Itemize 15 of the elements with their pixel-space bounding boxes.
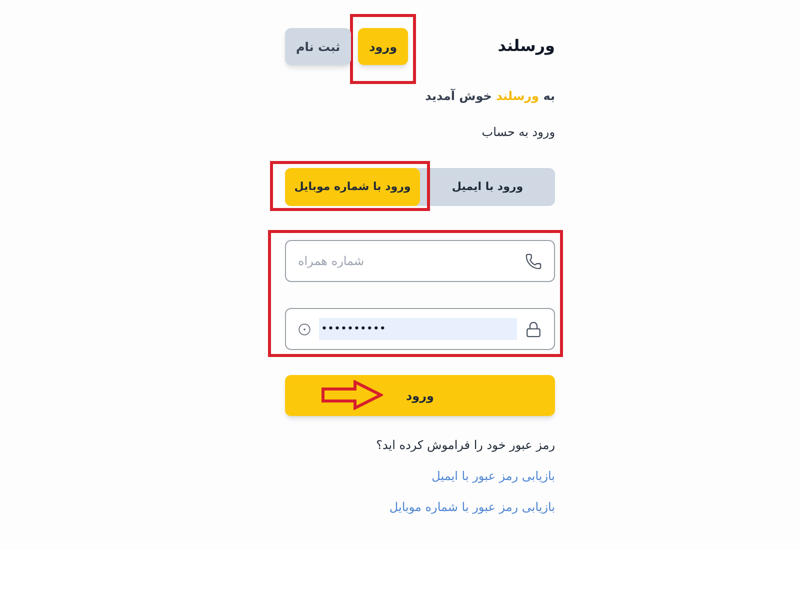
forgot-password-question: رمز عبور خود را فراموش کرده اید؟: [375, 437, 555, 454]
recovery-link[interactable]: بازیابی رمز عبور با ایمیل: [432, 467, 555, 485]
welcome-text: به ورسلند خوش آمدید: [424, 88, 555, 105]
lock-icon: [525, 320, 542, 338]
phone-icon: [525, 252, 542, 270]
site-title: ورسلند: [498, 35, 555, 57]
method-tab[interactable]: ورود با شماره موبایل: [285, 168, 420, 206]
auth-tab[interactable]: ورود: [358, 28, 408, 65]
method-tab[interactable]: ورود با ایمیل: [420, 168, 555, 206]
circle-dot-icon[interactable]: [298, 322, 311, 336]
login-subtitle: ورود به حساب: [480, 124, 555, 141]
auth-tab[interactable]: ثبت نام: [285, 28, 352, 65]
login-button[interactable]: ورود: [285, 375, 555, 416]
password-field[interactable]: ••••••••••: [285, 308, 555, 350]
recovery-link[interactable]: بازیابی رمز عبور با شماره موبایل: [389, 498, 555, 516]
